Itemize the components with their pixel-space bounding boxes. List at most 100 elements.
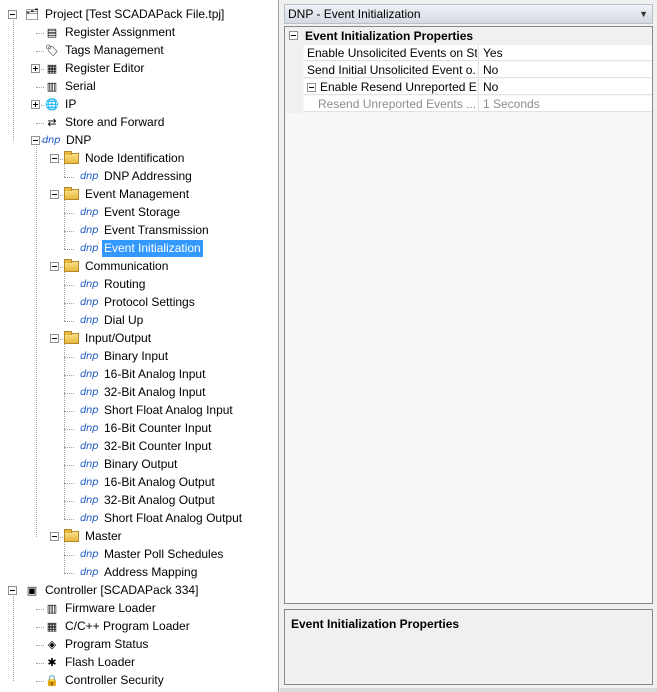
collapse-icon[interactable]: [50, 190, 59, 199]
tree-item-label[interactable]: C/C++ Program Loader: [63, 618, 192, 635]
tree-item-label[interactable]: Node Identification: [83, 150, 186, 167]
tree-item[interactable]: ▦ C/C++ Program Loader: [0, 618, 278, 636]
tree-item[interactable]: ▦ Register Editor: [0, 60, 278, 78]
chevron-down-icon[interactable]: ▼: [639, 9, 648, 19]
project-tree-pane[interactable]: 🗂 Project [Test SCADAPack File.tpj] ▤ Regis…: [0, 0, 279, 692]
tree-item-label[interactable]: Program Status: [63, 636, 150, 653]
tree-item-label[interactable]: Address Mapping: [102, 564, 199, 581]
collapse-icon[interactable]: [50, 262, 59, 271]
tree-item-label[interactable]: Protocol Settings: [102, 294, 197, 311]
property-name[interactable]: Enable Resend Unreported E...: [304, 79, 477, 95]
tree-item[interactable]: dnp Binary Output: [0, 456, 278, 474]
tree-item[interactable]: dnp 32-Bit Counter Input: [0, 438, 278, 456]
tree-item-label[interactable]: Store and Forward: [63, 114, 166, 131]
tree-item-label[interactable]: Register Assignment: [63, 24, 177, 41]
tree-item[interactable]: dnp Short Float Analog Output: [0, 510, 278, 528]
tree-item[interactable]: Node Identification: [0, 150, 278, 168]
tree-item-label[interactable]: Routing: [102, 276, 147, 293]
tree-item-label[interactable]: Event Initialization: [102, 240, 203, 257]
tree-item-label[interactable]: Project [Test SCADAPack File.tpj]: [43, 6, 226, 23]
collapse-icon[interactable]: [50, 532, 59, 541]
tree-item-label[interactable]: Controller [SCADAPack 334]: [43, 582, 200, 599]
tree-item[interactable]: 🏷 Tags Management: [0, 42, 278, 60]
collapse-icon[interactable]: [31, 136, 40, 145]
tree-item[interactable]: ◈ Program Status: [0, 636, 278, 654]
tree-item-label[interactable]: Short Float Analog Output: [102, 510, 244, 527]
tree-item[interactable]: 🗂 Project [Test SCADAPack File.tpj]: [0, 6, 278, 24]
tree-item-label[interactable]: Register Editor: [63, 60, 146, 77]
tree-item-label[interactable]: Communication: [83, 258, 170, 275]
collapse-icon[interactable]: [8, 586, 17, 595]
collapse-icon[interactable]: [307, 83, 316, 92]
tree-item[interactable]: 🔒 Controller Security: [0, 672, 278, 690]
tree-item-label[interactable]: Serial: [63, 78, 98, 95]
tree-item[interactable]: dnp Binary Input: [0, 348, 278, 366]
tree-item[interactable]: dnp 32-Bit Analog Output: [0, 492, 278, 510]
tree-item[interactable]: Input/Output: [0, 330, 278, 348]
tree-item-label[interactable]: Short Float Analog Input: [102, 402, 235, 419]
tree-item[interactable]: Communication: [0, 258, 278, 276]
tree-item[interactable]: ▣ Controller [SCADAPack 334]: [0, 582, 278, 600]
property-value[interactable]: Yes: [478, 45, 652, 61]
tree-item-label[interactable]: 16-Bit Analog Output: [102, 474, 217, 491]
tree-item-label[interactable]: 16-Bit Counter Input: [102, 420, 213, 437]
tree-item[interactable]: dnp Dial Up: [0, 312, 278, 330]
property-value[interactable]: No: [478, 79, 652, 95]
tree-item[interactable]: ✱ Flash Loader: [0, 654, 278, 672]
property-value[interactable]: No: [478, 62, 652, 78]
tree-item[interactable]: dnp 16-Bit Analog Input: [0, 366, 278, 384]
property-name[interactable]: Enable Unsolicited Events on St...: [304, 45, 477, 61]
tree-item-label[interactable]: Firmware Loader: [63, 600, 158, 617]
tree-item-label[interactable]: 16-Bit Analog Input: [102, 366, 207, 383]
tree-item-label[interactable]: Controller Security: [63, 672, 166, 689]
property-row[interactable]: Send Initial Unsolicited Event o... No: [285, 62, 652, 79]
collapse-icon[interactable]: [8, 10, 17, 19]
property-name[interactable]: Send Initial Unsolicited Event o...: [304, 62, 477, 78]
tree-item[interactable]: dnp DNP Addressing: [0, 168, 278, 186]
tree-item-label[interactable]: DNP: [64, 132, 93, 149]
tree-item[interactable]: Master: [0, 528, 278, 546]
tree-item-label[interactable]: Event Storage: [102, 204, 182, 221]
collapse-icon[interactable]: [50, 154, 59, 163]
tree-item-label[interactable]: Binary Input: [102, 348, 170, 365]
tree-item-label[interactable]: DNP Addressing: [102, 168, 194, 185]
tree-item-label[interactable]: Event Management: [83, 186, 191, 203]
property-name[interactable]: Resend Unreported Events ...: [304, 96, 477, 112]
project-tree[interactable]: 🗂 Project [Test SCADAPack File.tpj] ▤ Regis…: [0, 0, 278, 692]
tree-item[interactable]: dnp Event Initialization: [0, 240, 278, 258]
property-grid[interactable]: Event Initialization Properties Enable U…: [284, 26, 653, 604]
collapse-icon[interactable]: [50, 334, 59, 343]
expand-icon[interactable]: [31, 64, 40, 73]
tree-item[interactable]: dnp Protocol Settings: [0, 294, 278, 312]
tree-item[interactable]: Event Management: [0, 186, 278, 204]
tree-item[interactable]: ▥ Firmware Loader: [0, 600, 278, 618]
tree-item[interactable]: ⇄ Store and Forward: [0, 114, 278, 132]
tree-item-label[interactable]: Binary Output: [102, 456, 179, 473]
tree-item[interactable]: dnp Short Float Analog Input: [0, 402, 278, 420]
tree-item-label[interactable]: Dial Up: [102, 312, 145, 329]
property-row[interactable]: Enable Resend Unreported E... No: [285, 79, 652, 96]
collapse-category-icon[interactable]: [289, 31, 298, 40]
tree-item[interactable]: dnp Routing: [0, 276, 278, 294]
tree-item[interactable]: dnp Master Poll Schedules: [0, 546, 278, 564]
tree-item[interactable]: dnp DNP: [0, 132, 278, 150]
tree-item[interactable]: 🌐 IP: [0, 96, 278, 114]
tree-item-label[interactable]: IP: [63, 96, 78, 113]
tree-item-label[interactable]: Tags Management: [63, 42, 166, 59]
tree-item[interactable]: dnp 16-Bit Analog Output: [0, 474, 278, 492]
tree-item-label[interactable]: Master Poll Schedules: [102, 546, 225, 563]
tree-item[interactable]: dnp Event Storage: [0, 204, 278, 222]
tree-item[interactable]: dnp Event Transmission: [0, 222, 278, 240]
tree-item-label[interactable]: 32-Bit Counter Input: [102, 438, 213, 455]
tree-item[interactable]: ▥ Serial: [0, 78, 278, 96]
tree-item-label[interactable]: 32-Bit Analog Input: [102, 384, 207, 401]
tree-item[interactable]: dnp Address Mapping: [0, 564, 278, 582]
property-row[interactable]: Enable Unsolicited Events on St... Yes: [285, 45, 652, 62]
property-category[interactable]: Event Initialization Properties: [285, 27, 652, 45]
tree-item-label[interactable]: Flash Loader: [63, 654, 137, 671]
tree-item[interactable]: dnp 32-Bit Analog Input: [0, 384, 278, 402]
tree-item[interactable]: dnp 16-Bit Counter Input: [0, 420, 278, 438]
tree-item-label[interactable]: Event Transmission: [102, 222, 211, 239]
tree-item-label[interactable]: 32-Bit Analog Output: [102, 492, 217, 509]
tree-item-label[interactable]: Master: [83, 528, 124, 545]
